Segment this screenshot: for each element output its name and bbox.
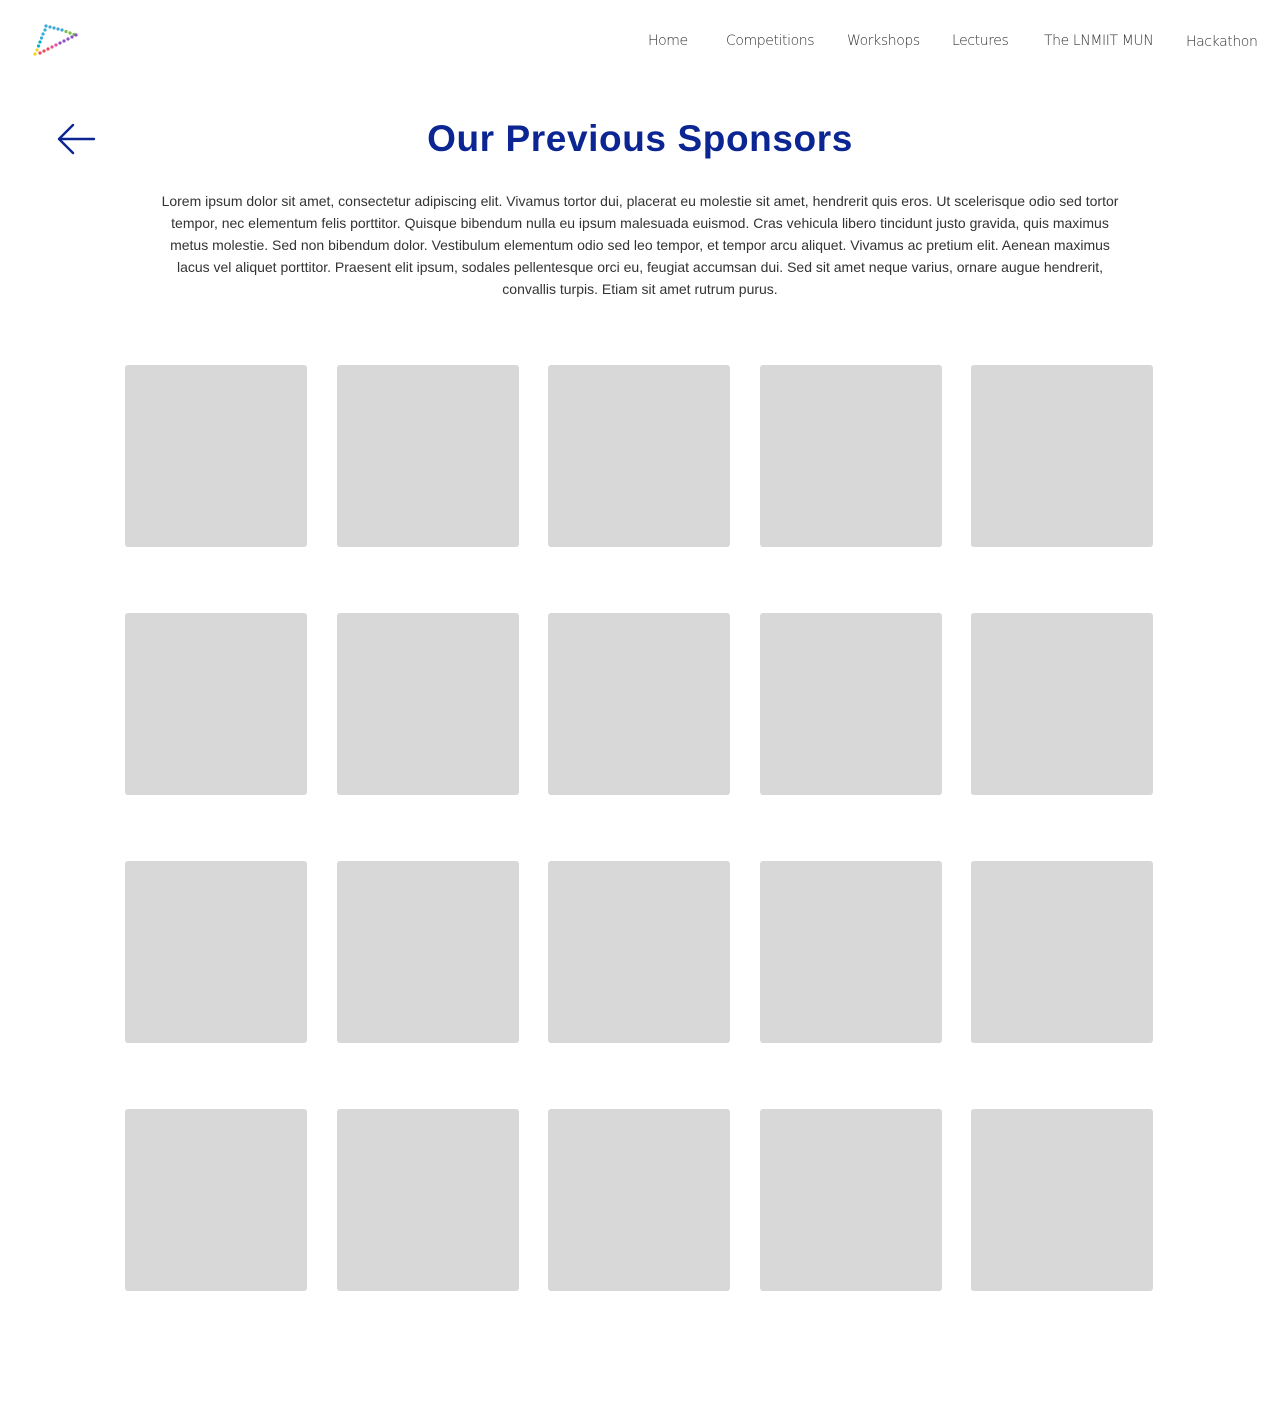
sponsor-logo-placeholder[interactable] xyxy=(971,613,1153,795)
sponsor-logo-placeholder[interactable] xyxy=(125,365,307,547)
sponsor-logo-placeholder[interactable] xyxy=(971,1109,1153,1291)
sponsor-logo-placeholder[interactable] xyxy=(548,1109,730,1291)
sponsor-logo-placeholder[interactable] xyxy=(971,365,1153,547)
sponsor-logo-placeholder[interactable] xyxy=(125,613,307,795)
nav-item-home[interactable]: Home xyxy=(648,30,688,52)
sponsor-logo-placeholder[interactable] xyxy=(759,365,942,547)
sponsor-logo-placeholder[interactable] xyxy=(336,861,519,1043)
sponsor-logo-placeholder[interactable] xyxy=(336,613,519,795)
sponsor-logo-placeholder[interactable] xyxy=(336,365,519,547)
site-header: Home Competitions Workshops Lectures The… xyxy=(0,0,1280,82)
main-nav: Home Competitions Workshops Lectures The… xyxy=(0,30,1280,52)
intro-paragraph: Lorem ipsum dolor sit amet, consectetur … xyxy=(161,193,1119,297)
sponsor-logo-placeholder[interactable] xyxy=(548,613,730,795)
sponsor-logo-placeholder[interactable] xyxy=(759,613,942,795)
nav-item-hackathon[interactable]: Hackathon xyxy=(1186,31,1258,53)
sponsor-logo-placeholder[interactable] xyxy=(336,1109,519,1291)
sponsor-logo-placeholder[interactable] xyxy=(125,1109,307,1291)
nav-item-competitions[interactable]: Competitions xyxy=(726,30,815,52)
sponsor-logo-placeholder[interactable] xyxy=(759,861,942,1043)
sponsor-logo-placeholder[interactable] xyxy=(759,1109,942,1291)
sponsor-grid xyxy=(125,365,1155,1291)
sponsor-logo-placeholder[interactable] xyxy=(971,861,1153,1043)
sponsor-logo-placeholder[interactable] xyxy=(548,365,730,547)
page-title: Our Previous Sponsors xyxy=(427,118,853,159)
sponsor-logo-placeholder[interactable] xyxy=(548,861,730,1043)
nav-item-workshops[interactable]: Workshops xyxy=(847,30,920,52)
sponsor-logo-placeholder[interactable] xyxy=(125,861,307,1043)
nav-item-lectures[interactable]: Lectures xyxy=(952,30,1009,52)
nav-item-lnmiit-mun[interactable]: The LNMIIT MUN xyxy=(1044,30,1154,52)
